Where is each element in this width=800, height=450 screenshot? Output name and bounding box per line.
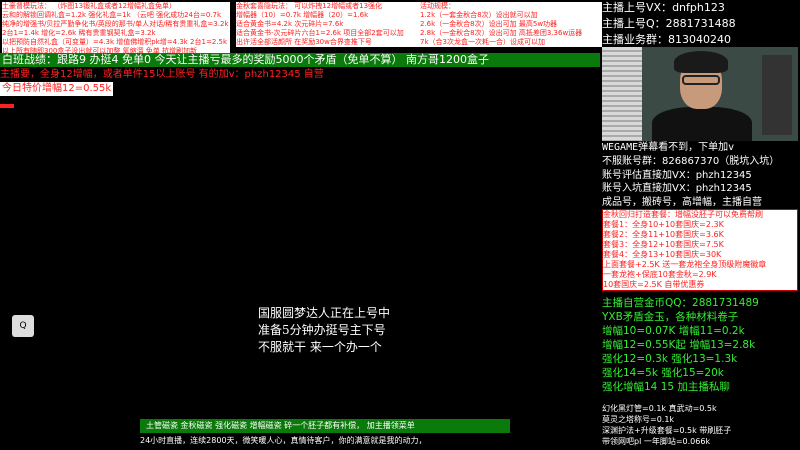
contact-header: 主播上号VX：dnfph123 主播上号Q：2881731488 主播业务群：8… — [602, 0, 800, 48]
package-price-box: 金秋回归打造套餐：增幅没胚子可以免费帮刷 套餐1：全身10+10套国庆=2.3K… — [602, 209, 798, 291]
rule-line: 适合黄金书-次元碎片六台1=2.6k 项目全部2套可以加 — [236, 29, 404, 37]
channel-logo-icon: Q — [12, 315, 34, 337]
rule-line: 1.2k（一套金秋合8次）设出就可以加 — [420, 11, 602, 20]
contact-value: 2881731488 — [665, 17, 736, 30]
price-line: 增幅10=0.07K 增幅11=0.2k — [602, 325, 745, 337]
caption-line: 准备5分钟办挺号主下号 — [258, 323, 386, 337]
rule-line: 纯净的增强书/贝拉严勤争化书/英段的那书/单人对话/稀有贵重礼盒=3.2k — [2, 20, 229, 28]
webcam-feed — [602, 47, 798, 141]
rule-line: 金秋套喜隐玩法： 可以炸拽12增幅或者13强化 — [236, 2, 383, 10]
package-line: 套餐1：全身10+10套国庆=2.3K — [603, 220, 724, 229]
package-line: 金秋回归打造套餐：增幅没胚子可以免费帮刷 — [603, 210, 763, 219]
contact-label: 主播上号Q： — [602, 17, 666, 30]
service-line: 深渊护法+升级套餐=0.5k 带刷胚子 — [602, 426, 732, 435]
rule-line: 2.6k（一金秋合8次）设出可加 最高5w功器 — [420, 20, 602, 29]
rule-line: 活动规模： — [420, 2, 602, 11]
price-line: 强化14=5k 强化15=20k — [602, 367, 724, 379]
contact-qq: 主播上号Q：2881731488 — [602, 16, 800, 32]
info-line: 账号入坑直接加VX：phzh12345 — [602, 183, 752, 194]
package-line: 10套国庆=2.5K 自带优惠券 — [603, 280, 705, 289]
rule-line: 7k（合3次龙盒一次耗一合）设成可以加 — [420, 38, 602, 47]
info-line: 账号评估直接加VX：phzh12345 — [602, 169, 752, 181]
contact-value: dnfph123 — [672, 1, 725, 14]
price-line: YXB矛盾金玉，各种材料卷子 — [602, 311, 739, 323]
top-mid-rules-block: 金秋套喜隐玩法： 可以炸拽12增幅或者13强化 增幅器（10）=0.7k 增幅器… — [236, 2, 422, 47]
status-caption: 国服圆梦达人正在上号中 准备5分钟办挺号主下号 不服就干 来一个办一个 — [258, 305, 390, 356]
contact-value: 813040240 — [668, 33, 731, 46]
window-blind — [602, 47, 642, 141]
price-line: 主播自营金币QQ：2881731489 — [602, 297, 759, 309]
package-line: 套餐4：全身13+10套国庆=30K — [603, 250, 722, 259]
rule-line: 增幅器（10）=0.7k 增幅器（20）=1.6k — [236, 11, 369, 19]
caption-line: 不服就干 来一个办一个 — [258, 340, 382, 354]
top-left-rules-block: 土豪督模玩法： （炸图13锻礼盒或者12增幅礼盒免单） 云和的解锁回调礼盒=1.… — [2, 2, 230, 56]
streamer-body — [652, 107, 752, 141]
rule-line: 以把预防自然礼盒（可变量）=4.3k 增值佛增积pk增=4.3k 2台1=2.5… — [2, 38, 228, 46]
rule-line: 2台1=1.4k 增化=2.6k 稀有贵重钢契礼盒=3.2k — [2, 29, 156, 37]
account-notice: 主播要，全身12增幅，或者单件15以上账号 有的加v：phzh12345 自营 — [0, 69, 324, 80]
info-line: 不服账号群：826867370（脱坑入坑） — [602, 156, 780, 167]
contact-label: 主播业务群： — [602, 33, 668, 46]
caption-line: 国服圆梦达人正在上号中 — [258, 306, 391, 320]
rule-line: 出许活全部活颜所 在奖励30w合界查推下号 — [236, 38, 372, 46]
bottom-promo-bar: 土管磁瓷 金秋磁瓷 强化磁瓷 增幅磁瓷 碎一个胚子都有补偿， 加主播领菜单 — [140, 419, 510, 433]
package-line: 套餐3：全身12+10套国庆=7.5K — [603, 240, 724, 249]
service-line: 幻化黑灯管=0.1k 真武动=0.5k — [602, 404, 717, 413]
extra-services-block: 幻化黑灯管=0.1k 真武动=0.5k 莫灵之塔称号=0.1k 深渊护法+升级套… — [602, 403, 800, 447]
special-price-notice: 今日特价增幅12=0.55k — [0, 82, 114, 96]
rule-line: 土豪督模玩法： （炸图13锻礼盒或者12增幅礼盒免单） — [2, 2, 177, 10]
rule-line: 云和的解锁回调礼盒=1.2k 强化礼盒=1k （云吧 强化成功24台=0.7k — [2, 11, 222, 19]
streamer-hair — [674, 51, 728, 73]
contact-vx: 主播上号VX：dnfph123 — [602, 0, 800, 16]
chair — [762, 55, 792, 135]
rule-line: 适合黄金书=4.2k 次元碎片=7.6k — [236, 20, 344, 28]
glasses-icon — [682, 75, 720, 85]
info-line: 成品号，搬砖号，高增幅，主播自营 — [602, 196, 762, 208]
service-line: 带领网吧pl 一年脚站=0.066k — [602, 437, 711, 446]
bottom-slogan: 24小时直播，连续2800天，微笑暖人心，真情待客户，你的满意就是我的动力， — [140, 436, 427, 445]
price-list-block: 主播自营金币QQ：2881731489 YXB矛盾金玉，各种材料卷子 增幅10=… — [602, 296, 800, 394]
contact-label: 主播上号VX： — [602, 1, 673, 14]
price-line: 强化增幅14 15 加主播私聊 — [602, 381, 730, 393]
top-right-rules-block: 活动规模： 1.2k（一套金秋合8次）设出就可以加 2.6k（一金秋合8次）设出… — [420, 2, 602, 47]
wegame-notice: WEGAME弹幕看不到，下单加v — [602, 142, 735, 153]
record-banner: 白班战绩：跟路9 办挺4 免单0 今天让主播亏最多的奖励5000个矛盾（免单不算… — [0, 53, 600, 67]
price-line: 增幅12=0.55K起 增幅13=2.8k — [602, 339, 756, 351]
account-info-block: 不服账号群：826867370（脱坑入坑） 账号评估直接加VX：phzh1234… — [602, 155, 800, 209]
package-line: 套餐2：全身11+10套国庆=3.6K — [603, 230, 724, 239]
package-line: 上面套餐+2.5K 送一套龙袍全身顶级附魔徽章 — [603, 260, 767, 269]
red-marker — [0, 104, 14, 108]
price-line: 强化12=0.3k 强化13=1.3k — [602, 353, 738, 365]
service-line: 莫灵之塔称号=0.1k — [602, 415, 675, 424]
package-line: 一套龙袍+保底10套金秋=2.9K — [603, 270, 717, 279]
contact-group: 主播业务群：813040240 — [602, 32, 800, 48]
rule-line: 2.8k（一金秋合8次）设出可加 高抵差团3.36w运器 — [420, 29, 602, 38]
